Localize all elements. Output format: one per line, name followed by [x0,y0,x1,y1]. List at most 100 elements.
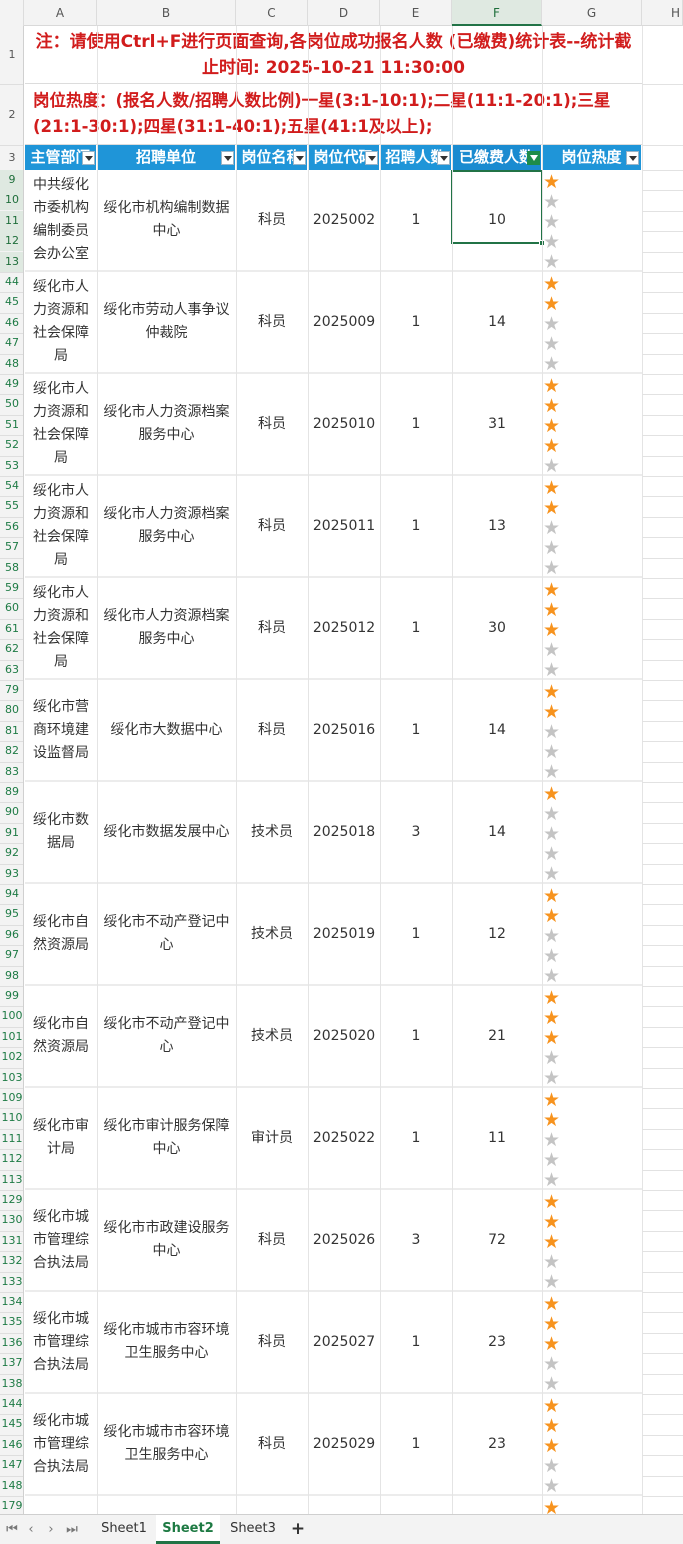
tab-sheet3[interactable]: Sheet3 [224,1515,282,1544]
last-sheet-icon[interactable]: ⏭ [64,1520,80,1540]
row-number[interactable]: 101 [0,1027,23,1047]
cell-dept[interactable]: 绥化市人力资源和社会保障局 [25,272,97,372]
row-number[interactable]: 83 [0,762,23,782]
row-number[interactable]: 54 [0,476,23,496]
row-number[interactable]: 92 [0,843,23,863]
cell-post[interactable]: 科员 [236,1292,308,1392]
cell-paid[interactable]: 13 [452,476,542,576]
cell-paid[interactable]: 12 [452,884,542,984]
cell-unit[interactable]: 绥化市机构编制数据中心 [97,170,236,270]
cell-paid[interactable]: 11 [452,1088,542,1188]
row-number[interactable]: 13 [0,251,23,272]
column-header-e[interactable]: E [380,0,452,26]
tab-sheet1[interactable]: Sheet1 [96,1515,152,1544]
first-sheet-icon[interactable]: ⏮ [4,1520,20,1540]
row-number[interactable]: 49 [0,374,23,394]
row-number[interactable]: 80 [0,700,23,720]
cell-post[interactable]: 技术员 [236,884,308,984]
cell-quota[interactable]: 1 [380,986,452,1086]
row-number[interactable]: 179 [0,1496,23,1514]
cell-paid[interactable]: 14 [452,782,542,882]
cell-code[interactable]: 2025026 [308,1190,380,1290]
row-number[interactable]: 95 [0,904,23,924]
row-number[interactable]: 90 [0,802,23,822]
heat-legend-note[interactable]: 岗位热度：(报名人数/招聘人数比例)一星(3:1-10:1);二星(11:1-2… [25,84,642,145]
header-unit[interactable]: 招聘单位 [97,145,236,170]
column-header-g[interactable]: G [542,0,642,26]
cell-post[interactable]: 审计员 [236,1088,308,1188]
cell-quota[interactable]: 1 [380,170,452,270]
row-number[interactable]: 82 [0,741,23,761]
cell-quota[interactable]: 3 [380,782,452,882]
cell-paid[interactable]: 10 [452,170,542,270]
filter-dropdown-icon[interactable] [82,151,95,165]
cell-code[interactable]: 2025018 [308,782,380,882]
cell-unit[interactable]: 绥化市人力资源档案服务中心 [97,374,236,474]
cell-post[interactable]: 技术员 [236,782,308,882]
cell-dept[interactable]: 绥化市数据局 [25,782,97,882]
cell-dept[interactable]: 绥化市城市管理综合执法局 [25,1190,97,1290]
row-number[interactable]: 93 [0,864,23,884]
cell-post[interactable]: 科员 [236,1190,308,1290]
row-number[interactable]: 147 [0,1455,23,1475]
cell-code[interactable]: 2025016 [308,680,380,780]
cell-dept[interactable]: 绥化市自然资源局 [25,884,97,984]
cell-quota[interactable]: 1 [380,578,452,678]
cell-unit[interactable]: 绥化市不动产登记中心 [97,986,236,1086]
row-number[interactable]: 60 [0,598,23,618]
cell-quota[interactable]: 1 [380,374,452,474]
column-header-f[interactable]: F [452,0,542,26]
row-number[interactable]: 55 [0,496,23,516]
row-number[interactable]: 57 [0,537,23,557]
row-number[interactable]: 100 [0,1006,23,1026]
row-number[interactable]: 61 [0,619,23,639]
column-header-c[interactable]: C [236,0,308,26]
cell-dept[interactable]: 绥化市审计局 [25,1088,97,1188]
next-sheet-icon[interactable]: › [43,1520,59,1540]
cell-quota[interactable]: 1 [380,1292,452,1392]
cell-quota[interactable]: 1 [380,476,452,576]
cell-paid[interactable]: 14 [452,272,542,372]
cell-code[interactable]: 2025022 [308,1088,380,1188]
row-number[interactable]: 52 [0,435,23,455]
cell-code[interactable]: 2025027 [308,1292,380,1392]
cell-dept[interactable]: 绥化市城市管理综合执法局 [25,1394,97,1494]
row-number[interactable]: 59 [0,578,23,598]
cell-quota[interactable]: 1 [380,272,452,372]
row-number[interactable]: 89 [0,782,23,802]
row-number[interactable]: 102 [0,1047,23,1067]
cell-code[interactable]: 2025011 [308,476,380,576]
add-sheet-button[interactable]: + [289,1518,307,1540]
row-number[interactable]: 98 [0,966,23,986]
row-number[interactable]: 1 [0,26,23,84]
cell-post[interactable]: 科员 [236,578,308,678]
cell-paid[interactable]: 30 [452,578,542,678]
column-header-a[interactable]: A [24,0,97,26]
row-number[interactable]: 94 [0,884,23,904]
row-number[interactable]: 97 [0,945,23,965]
row-number[interactable]: 53 [0,456,23,476]
row-number[interactable]: 131 [0,1231,23,1251]
row-number[interactable]: 96 [0,925,23,945]
tab-sheet2[interactable]: Sheet2 [156,1515,220,1544]
cell-dept[interactable]: 绥化市人力资源和社会保障局 [25,374,97,474]
cell-post[interactable]: 科员 [236,1394,308,1494]
row-number[interactable]: 58 [0,558,23,578]
cell-dept[interactable]: 中共绥化市委机构编制委员会办公室 [25,170,97,270]
row-number[interactable]: 148 [0,1476,23,1496]
row-number[interactable]: 46 [0,313,23,333]
row-number[interactable]: 133 [0,1272,23,1292]
filter-dropdown-icon[interactable] [221,151,234,165]
row-number[interactable]: 145 [0,1414,23,1434]
row-number[interactable]: 132 [0,1251,23,1271]
row-number[interactable]: 47 [0,333,23,353]
row-number[interactable]: 3 [0,145,23,170]
cell-code[interactable]: 2025029 [308,1394,380,1494]
cell-dept[interactable]: 绥化市人力资源和社会保障局 [25,578,97,678]
row-number[interactable]: 134 [0,1292,23,1312]
row-number[interactable]: 79 [0,680,23,700]
column-header-h[interactable]: H [642,0,683,26]
cell-code[interactable]: 2025002 [308,170,380,270]
cell-post[interactable]: 技术员 [236,986,308,1086]
cell-unit[interactable]: 绥化市劳动人事争议仲裁院 [97,272,236,372]
